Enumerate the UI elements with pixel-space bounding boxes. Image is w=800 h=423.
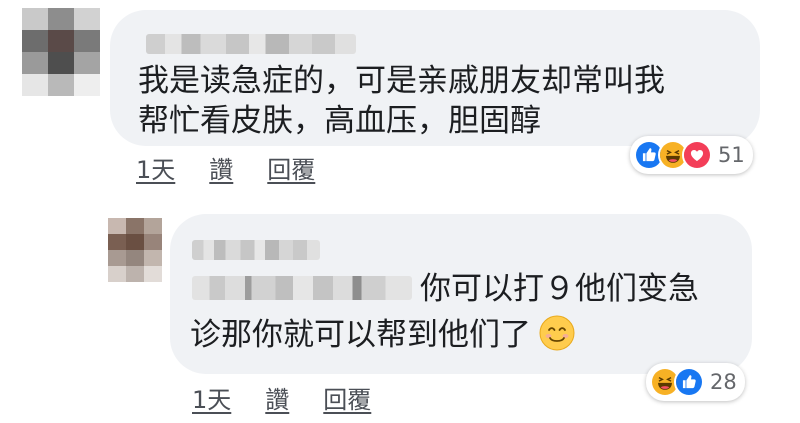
reaction-count: 51 [718, 143, 745, 167]
comment-bubble: 我是读急症的，可是亲戚朋友却常叫我 帮忙看皮肤，高血压，胆固醇 [110, 10, 760, 146]
commenter-name[interactable] [192, 240, 320, 260]
reaction-summary[interactable]: 51 [630, 136, 753, 174]
comment-actions: 1天 讚 回覆 [192, 380, 405, 415]
comment-text-line: 诊那你就可以帮到他们了 [190, 314, 575, 356]
comment-actions: 1天 讚 回覆 [136, 150, 349, 185]
avatar[interactable] [22, 8, 100, 96]
comment-text-fragment: 诊那你就可以帮到他们了 [190, 317, 531, 353]
comment-text-line: 你可以打９他们变急 [420, 271, 699, 307]
comment-text-line: 我是读急症的，可是亲戚朋友却常叫我 [138, 63, 665, 99]
reaction-count: 28 [710, 370, 737, 394]
timestamp-link[interactable]: 1天 [192, 380, 231, 415]
reply-button[interactable]: 回覆 [267, 150, 315, 185]
reaction-summary[interactable]: 28 [646, 363, 745, 401]
reply-bubble: 你可以打９他们变急 诊那你就可以帮到他们了 [170, 214, 752, 374]
reply-button[interactable]: 回覆 [323, 380, 371, 415]
commenter-name[interactable] [146, 34, 356, 54]
avatar[interactable] [108, 218, 162, 282]
like-icon [674, 367, 704, 397]
comment-text-line: 帮忙看皮肤，高血压，胆固醇 [138, 103, 541, 139]
timestamp-link[interactable]: 1天 [136, 150, 175, 185]
love-icon [682, 140, 712, 170]
smiling-face-emoji [539, 315, 575, 351]
like-button[interactable]: 讚 [265, 380, 289, 415]
mentioned-user[interactable] [192, 276, 412, 300]
like-button[interactable]: 讚 [209, 150, 233, 185]
